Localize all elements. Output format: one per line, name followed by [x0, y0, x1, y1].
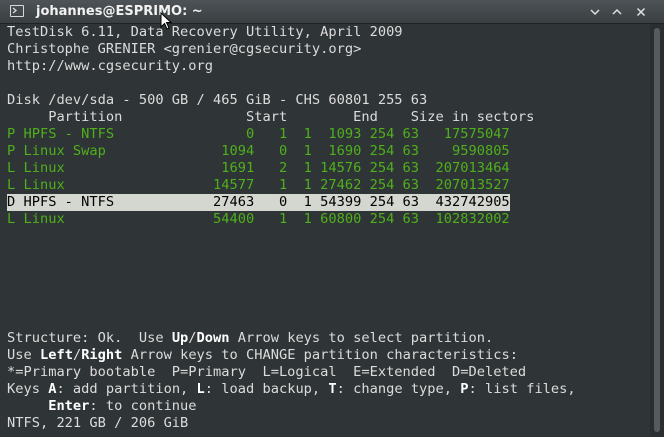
- window-title: johannes@ESPRIMO: ~: [36, 4, 203, 19]
- terminal-output[interactable]: TestDisk 6.11, Data Recovery Utility, Ap…: [0, 24, 650, 437]
- footer-line-5: Enter: to continue: [48, 398, 197, 414]
- footer-line-4: Keys A: add partition, L: load backup, T…: [7, 381, 576, 397]
- terminal-app-icon: [10, 5, 24, 17]
- mouse-cursor-icon: [160, 12, 172, 30]
- column-headers: Partition Start End Size in sectors: [7, 109, 535, 125]
- close-icon: [636, 7, 646, 17]
- footer-line-3: *=Primary bootable P=Primary L=Logical E…: [7, 364, 527, 380]
- partition-row-selected[interactable]: D HPFS - NTFS 27463 0 1 54399 254 63 432…: [7, 194, 510, 211]
- partition-row[interactable]: L Linux 14577 1 1 27462 254 63 207013527: [7, 177, 510, 194]
- terminal-window: johannes@ESPRIMO: ~ TestDisk 6.11, Data …: [0, 0, 664, 437]
- partition-row[interactable]: P HPFS - NTFS 0 1 1 1093 254 63 17575047: [7, 126, 510, 143]
- close-button[interactable]: [632, 3, 650, 21]
- footer-line-2: Use Left/Right Arrow keys to CHANGE part…: [7, 347, 518, 363]
- chevron-up-icon: [612, 8, 622, 15]
- header-line-2: Christophe GRENIER <grenier@cgsecurity.o…: [7, 41, 362, 57]
- footer-line-1: Structure: Ok. Use Up/Down Arrow keys to…: [7, 330, 494, 346]
- partition-row[interactable]: L Linux 1691 2 1 14576 254 63 207013464: [7, 160, 510, 177]
- status-line: NTFS, 221 GB / 206 GiB: [7, 415, 189, 431]
- minimize-button[interactable]: [586, 3, 604, 21]
- disk-info-line: Disk /dev/sda - 500 GB / 465 GiB - CHS 6…: [7, 92, 428, 108]
- header-line-1: TestDisk 6.11, Data Recovery Utility, Ap…: [7, 24, 403, 40]
- partition-row[interactable]: P Linux Swap 1094 0 1 1690 254 63 959080…: [7, 143, 510, 160]
- maximize-button[interactable]: [608, 3, 626, 21]
- scrollbar[interactable]: [650, 24, 664, 437]
- chevron-down-icon: [590, 9, 600, 16]
- scrollbar-thumb[interactable]: [654, 28, 660, 432]
- partition-row[interactable]: L Linux 54400 1 1 60800 254 63 102832002: [7, 211, 510, 228]
- header-line-3: http://www.cgsecurity.org: [7, 58, 214, 74]
- title-bar[interactable]: johannes@ESPRIMO: ~: [0, 0, 664, 24]
